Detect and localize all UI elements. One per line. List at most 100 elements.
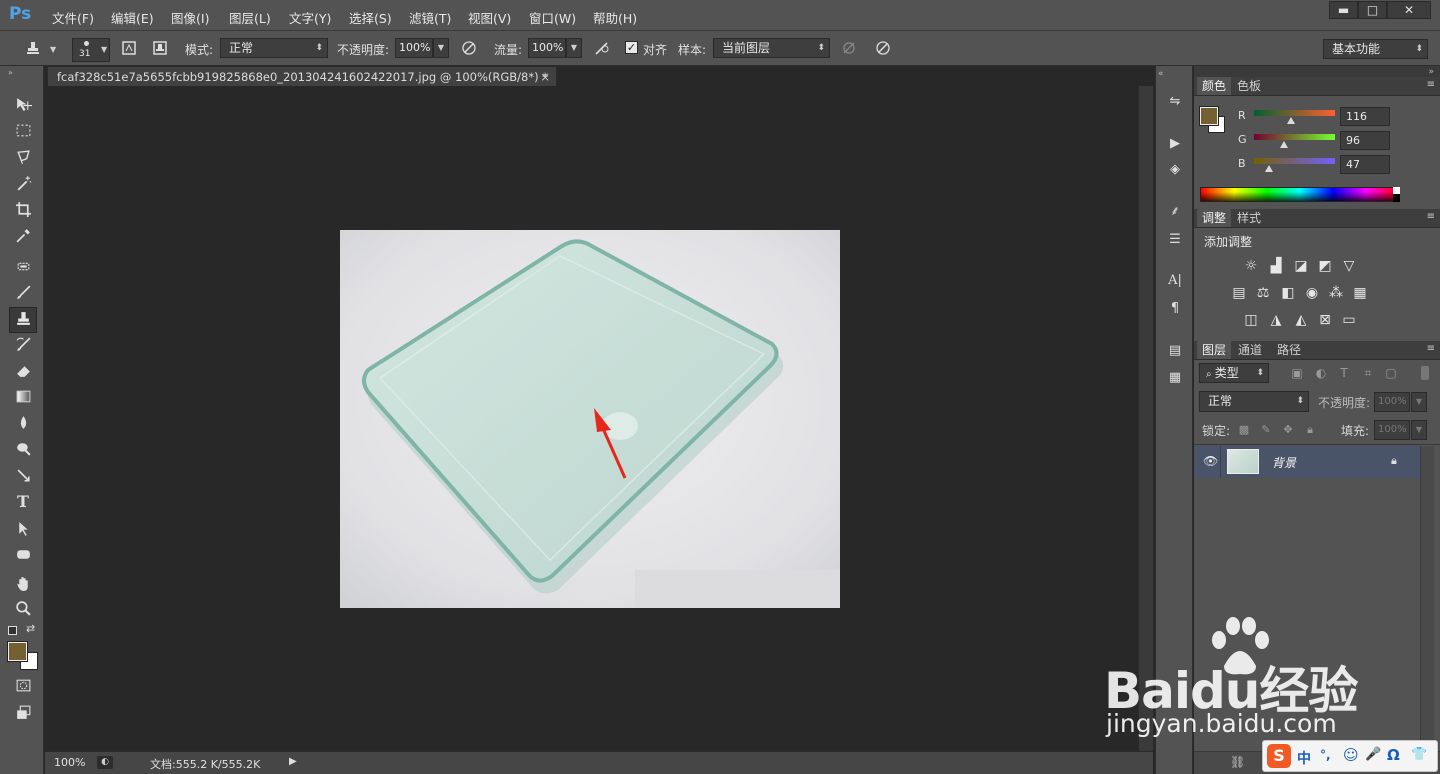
- photo-filter-icon[interactable]: ◉: [1303, 284, 1321, 302]
- dodge-tool-icon[interactable]: [11, 438, 35, 460]
- brightness-contrast-icon[interactable]: ☼: [1242, 257, 1260, 275]
- channel-b-slider[interactable]: [1254, 158, 1335, 164]
- lock-transparent-icon[interactable]: ▩: [1235, 421, 1253, 439]
- move-tool-icon[interactable]: [11, 94, 35, 116]
- menu-edit[interactable]: 编辑(E): [111, 8, 154, 27]
- fill-input[interactable]: 100%: [1374, 420, 1410, 440]
- invert-icon[interactable]: ◫: [1242, 311, 1260, 329]
- menu-layer[interactable]: 图层(L): [229, 8, 271, 27]
- layer-opacity-input[interactable]: 100%: [1374, 392, 1410, 412]
- color-panel-foreground-swatch[interactable]: [1199, 106, 1219, 126]
- foreground-color-swatch[interactable]: [7, 641, 28, 662]
- swap-colors-icon[interactable]: ⇄: [26, 622, 35, 635]
- zoom-level[interactable]: 100%: [54, 756, 85, 769]
- workspace-select[interactable]: 基本功能 ⬍: [1323, 39, 1428, 59]
- opacity-input[interactable]: 100%: [395, 38, 433, 58]
- channel-g-value[interactable]: 96: [1340, 131, 1390, 150]
- tab-channels[interactable]: 通道: [1233, 341, 1267, 359]
- collapse-dock-icon[interactable]: «: [1158, 69, 1164, 79]
- menu-view[interactable]: 视图(V): [468, 8, 511, 27]
- mode-select[interactable]: 正常 ⬍: [220, 38, 328, 58]
- blur-tool-icon[interactable]: [11, 412, 35, 434]
- zoom-tool-icon[interactable]: [11, 598, 35, 620]
- crop-tool-icon[interactable]: [11, 199, 35, 221]
- paragraph-panel-icon[interactable]: ¶: [1165, 299, 1185, 319]
- spot-healing-brush-tool-icon[interactable]: [11, 256, 35, 278]
- selective-color-icon[interactable]: ▭: [1340, 311, 1358, 329]
- exposure-icon[interactable]: ◩: [1316, 257, 1334, 275]
- opacity-slider-button[interactable]: ▼: [433, 38, 449, 58]
- brush-size-picker[interactable]: 31 ▼: [72, 38, 110, 62]
- history-brush-tool-icon[interactable]: [11, 334, 35, 356]
- layer-filter-select[interactable]: ⌕ 类型 ⬍: [1199, 363, 1269, 383]
- menu-image[interactable]: 图像(I): [171, 8, 209, 27]
- layer-row[interactable]: 👁︎ 背景 🔒︎: [1194, 446, 1420, 478]
- ime-symbols-icon[interactable]: Ω: [1387, 746, 1400, 764]
- tab-adjustments[interactable]: 调整: [1197, 209, 1232, 227]
- color-spectrum-ramp[interactable]: [1200, 187, 1400, 202]
- hand-tool-icon[interactable]: [11, 573, 35, 595]
- magic-wand-tool-icon[interactable]: [11, 173, 35, 195]
- character-panel-icon[interactable]: A|: [1165, 271, 1185, 291]
- maximize-button[interactable]: □: [1358, 1, 1387, 19]
- tab-color[interactable]: 颜色: [1197, 77, 1232, 95]
- layer-blend-mode-select[interactable]: 正常 ⬍: [1199, 391, 1309, 412]
- screen-mode-icon[interactable]: [11, 702, 35, 724]
- filter-smart-object-icon[interactable]: ▢: [1382, 364, 1400, 382]
- curves-icon[interactable]: ◪: [1292, 257, 1310, 275]
- 3d-panel-icon[interactable]: ◈: [1165, 160, 1185, 180]
- menu-filter[interactable]: 滤镜(T): [409, 8, 451, 27]
- actions-panel-icon[interactable]: ▶: [1165, 134, 1185, 154]
- black-white-icon[interactable]: ◧: [1279, 284, 1297, 302]
- lasso-tool-icon[interactable]: [11, 146, 35, 168]
- channel-mixer-icon[interactable]: ⁂: [1327, 284, 1345, 302]
- rectangle-tool-icon[interactable]: [11, 544, 35, 566]
- aligned-checkbox[interactable]: ✓: [625, 41, 638, 54]
- ime-voice-icon[interactable]: 🎤: [1365, 747, 1381, 762]
- type-tool-icon[interactable]: T: [11, 492, 35, 514]
- default-colors-icon[interactable]: [8, 626, 17, 635]
- tab-paths[interactable]: 路径: [1272, 341, 1306, 359]
- close-tab-icon[interactable]: ×: [540, 67, 550, 87]
- clone-stamp-tool-icon[interactable]: [9, 307, 37, 333]
- brush-presets-icon[interactable]: ⸙: [1165, 202, 1185, 222]
- color-balance-icon[interactable]: ⚖: [1254, 284, 1272, 302]
- channel-r-value[interactable]: 116: [1340, 107, 1390, 126]
- layer-name[interactable]: 背景: [1272, 454, 1296, 471]
- gradient-tool-icon[interactable]: [11, 386, 35, 408]
- channel-b-slider-knob[interactable]: [1264, 165, 1273, 172]
- tab-layers[interactable]: 图层: [1197, 341, 1232, 359]
- eraser-tool-icon[interactable]: [11, 360, 35, 382]
- lock-image-icon[interactable]: ✎: [1257, 421, 1275, 439]
- filter-adjustment-icon[interactable]: ◐: [1312, 364, 1330, 382]
- minimize-button[interactable]: ▬: [1329, 1, 1358, 19]
- filter-type-icon[interactable]: T: [1335, 364, 1353, 382]
- toggle-clone-source-panel-icon[interactable]: [151, 40, 169, 58]
- posterize-icon[interactable]: ◮: [1267, 311, 1285, 329]
- toggle-brush-panel-icon[interactable]: [120, 40, 138, 58]
- menu-help[interactable]: 帮助(H): [593, 8, 637, 27]
- ime-punctuation-icon[interactable]: °,: [1320, 748, 1331, 762]
- filter-pixel-icon[interactable]: ▣: [1288, 364, 1306, 382]
- close-window-button[interactable]: ✕: [1387, 1, 1431, 19]
- ignore-adjustment-layers-icon[interactable]: [840, 40, 858, 58]
- channel-g-slider[interactable]: [1254, 134, 1335, 140]
- lock-position-icon[interactable]: ✥: [1279, 421, 1297, 439]
- sogou-logo-icon[interactable]: S: [1267, 744, 1291, 768]
- channel-b-value[interactable]: 47: [1340, 155, 1390, 174]
- clone-stamp-preset-icon[interactable]: [24, 40, 42, 58]
- pressure-size-icon[interactable]: [874, 40, 892, 58]
- tab-styles[interactable]: 样式: [1232, 209, 1266, 227]
- status-info-icon[interactable]: ◐: [97, 756, 113, 769]
- quick-mask-icon[interactable]: [11, 675, 35, 697]
- properties-panel-icon[interactable]: ☰: [1165, 230, 1185, 250]
- hue-saturation-icon[interactable]: ▤: [1230, 284, 1248, 302]
- status-menu-arrow-icon[interactable]: ▶: [289, 756, 297, 767]
- panel-menu-icon[interactable]: ≡: [1427, 343, 1435, 354]
- airbrush-icon[interactable]: [593, 40, 611, 58]
- ime-chinese-mode-icon[interactable]: 中: [1297, 748, 1311, 768]
- ime-skin-icon[interactable]: 👕: [1411, 747, 1427, 762]
- channel-g-slider-knob[interactable]: [1280, 141, 1289, 148]
- panel-menu-icon[interactable]: ≡: [1427, 211, 1435, 222]
- link-layers-icon[interactable]: ⛓︎: [1230, 755, 1245, 769]
